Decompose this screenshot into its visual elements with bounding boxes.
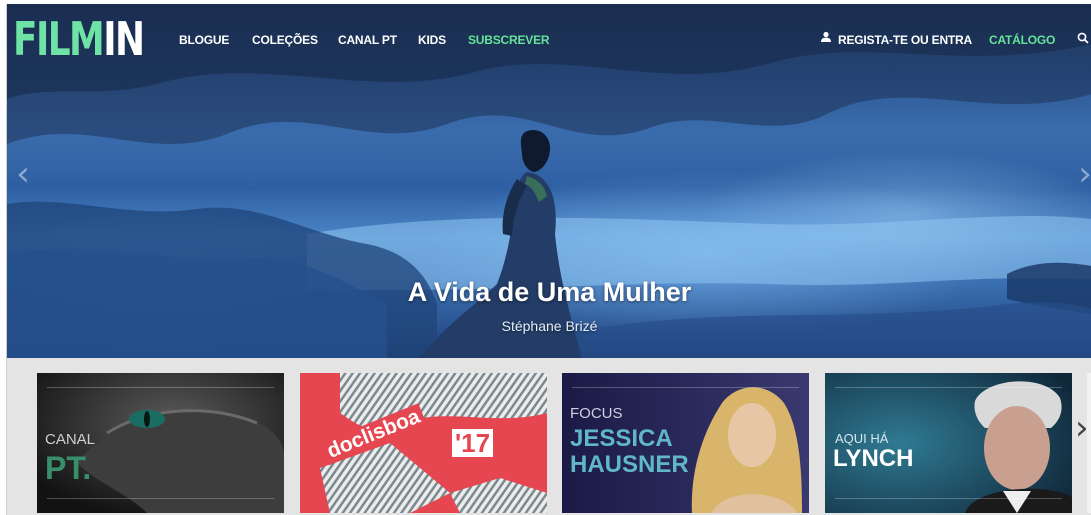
nav-kids[interactable]: KIDS	[418, 33, 446, 47]
card-divider-bottom	[47, 498, 274, 499]
nav-blogue[interactable]: BLOGUE	[179, 33, 229, 47]
card-doclisboa[interactable]: doclisboa '17	[300, 373, 547, 513]
card-lynch-label: LYNCH	[833, 445, 914, 472]
card-focus-label: FOCUS	[570, 405, 623, 422]
top-navbar: FILM IN BLOGUE COLEÇÕES CANAL PT KIDS SU…	[7, 4, 1091, 74]
user-icon	[821, 31, 831, 42]
hero-prev-arrow[interactable]: ‹	[13, 154, 33, 194]
card-jessica-label: JESSICA	[570, 425, 673, 452]
hero-next-arrow[interactable]: ›	[1075, 154, 1091, 194]
nav-canal-pt[interactable]: CANAL PT	[338, 33, 397, 47]
card-canal-pt[interactable]: CANAL PT.	[37, 373, 284, 513]
hero-subtitle: Stéphane Brizé	[501, 318, 598, 334]
card-aqui-ha-label: AQUI HÁ	[835, 431, 889, 446]
card-pt-label: PT.	[45, 450, 92, 486]
browser-viewport: ‹ › A Vida de Uma Mulher Stéphane Brizé …	[6, 4, 1091, 515]
card-canal-label: CANAL	[45, 431, 96, 448]
nav-colecoes[interactable]: COLEÇÕES	[252, 33, 318, 47]
filmin-logo[interactable]: FILM IN	[13, 12, 145, 66]
card-year-label: '17	[452, 429, 494, 457]
card-divider-top	[572, 387, 799, 388]
cards-next-arrow[interactable]: ›	[1075, 408, 1089, 448]
card-divider-top	[47, 387, 274, 388]
card-hausner-label: HAUSNER	[570, 451, 689, 478]
nav-subscrever[interactable]: SUBSCREVER	[468, 33, 550, 47]
logo-part-film: FILM	[13, 12, 105, 66]
card-divider-top	[835, 387, 1062, 388]
search-icon[interactable]	[1077, 32, 1089, 44]
card-divider-bottom	[835, 498, 1062, 499]
hero-title[interactable]: A Vida de Uma Mulher	[7, 277, 1091, 308]
nav-catalogo[interactable]: CATÁLOGO	[989, 33, 1055, 47]
logo-part-in: IN	[103, 12, 145, 66]
card-aqui-ha-lynch[interactable]: AQUI HÁ LYNCH	[825, 373, 1072, 513]
nav-login-register[interactable]: REGISTA-TE OU ENTRA	[838, 33, 972, 47]
collections-carousel: CANAL PT. doclisboa '17 FOCUS JESSICA HA…	[7, 358, 1091, 515]
card-focus-jessica-hausner[interactable]: FOCUS JESSICA HAUSNER	[562, 373, 809, 513]
